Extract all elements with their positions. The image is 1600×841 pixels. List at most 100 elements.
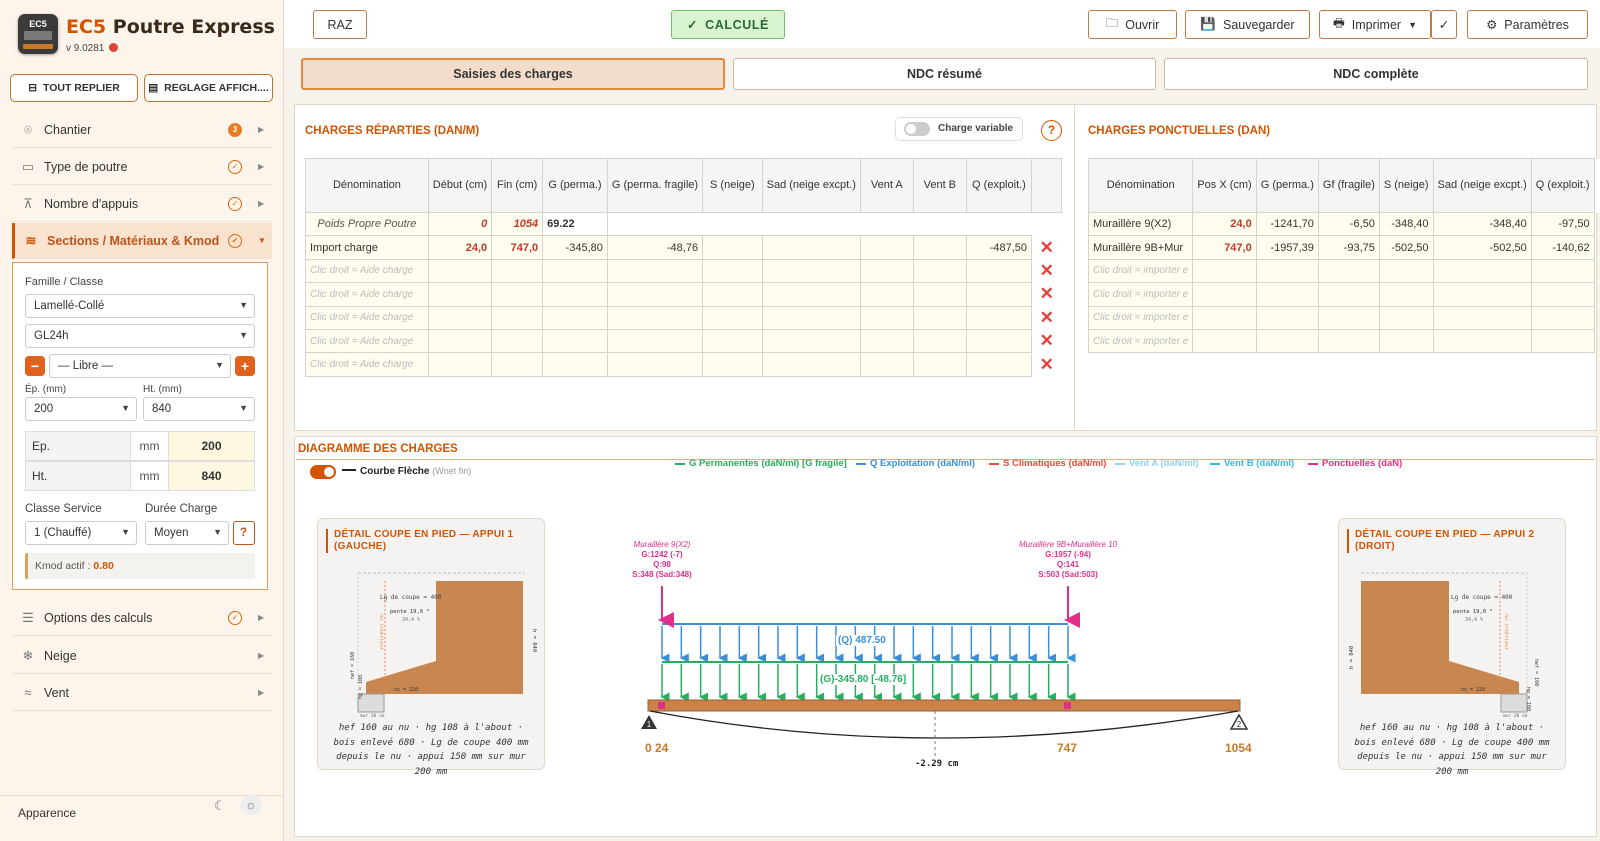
cell-name[interactable]: Muraillère 9(X2) (1087, 211, 1194, 237)
cell-empty[interactable] (1378, 328, 1434, 354)
sidebar-item-type-poutre[interactable]: ▭ Type de poutre ✓ ▶ (12, 149, 272, 185)
cell-empty[interactable] (1317, 258, 1380, 284)
cell-placeholder[interactable]: Clic droit = Aide charge (305, 282, 429, 307)
cell-empty[interactable] (491, 328, 544, 354)
sidebar-item-nombre-appuis[interactable]: ⊼ Nombre d'appuis ✓ ▶ (12, 186, 272, 222)
cell-s[interactable]: -348,40 (1378, 211, 1434, 237)
cell-empty[interactable] (1530, 328, 1595, 354)
delete-row-icon[interactable]: ✕ (1594, 283, 1600, 306)
sidebar-item-options[interactable]: ☰ Options des calculs ✓ ▶ (12, 600, 272, 636)
sidebar-item-vent[interactable]: ≈ Vent ▶ (12, 675, 272, 711)
service-select[interactable]: 1 (Chauffé) ▼ (25, 521, 137, 545)
cell-gf[interactable]: -6,50 (1317, 211, 1380, 237)
print-button[interactable]: 🖶 Imprimer ▼ (1319, 10, 1431, 39)
print-confirm-button[interactable]: ✓ (1431, 10, 1457, 39)
cell-sad[interactable]: -348,40 (1432, 211, 1532, 237)
delete-row-icon[interactable]: ✕ (1594, 259, 1600, 282)
cell-empty[interactable] (491, 305, 544, 330)
cell-empty[interactable] (965, 282, 1033, 307)
cell-empty[interactable] (606, 305, 704, 330)
sidebar-item-sections[interactable]: ≋ Sections / Matériaux & Kmod ✓ ▼ (12, 223, 272, 259)
delete-row-icon[interactable]: ✕ (1032, 353, 1062, 376)
cell-placeholder[interactable]: Clic droit = Aide charge (305, 258, 429, 284)
cell-empty[interactable] (965, 352, 1033, 377)
cell-empty[interactable] (1530, 282, 1595, 307)
cell-empty[interactable] (965, 258, 1033, 284)
cell-gf[interactable]: -93,75 (1317, 235, 1380, 260)
cell-empty[interactable] (427, 352, 493, 377)
cell-placeholder[interactable]: Clic droit = importer e (1087, 258, 1194, 284)
cell-empty[interactable] (427, 258, 493, 284)
delete-row-icon[interactable]: ✕ (1594, 236, 1600, 259)
cell-empty[interactable] (427, 282, 493, 307)
cell-placeholder[interactable]: Clic droit = Aide charge (305, 305, 429, 330)
sun-icon[interactable]: ☼ (240, 795, 262, 815)
sidebar-item-chantier[interactable]: ⌾ Chantier 3 ▶ (12, 112, 272, 148)
delete-row-icon[interactable]: ✕ (1032, 236, 1062, 259)
cell-empty[interactable] (965, 328, 1033, 354)
cell-empty[interactable] (1378, 258, 1434, 284)
cell-empty[interactable] (1192, 328, 1257, 354)
cell-empty[interactable] (702, 235, 763, 260)
cell-empty[interactable] (912, 282, 967, 307)
delete-row-icon[interactable]: ✕ (1594, 213, 1600, 236)
sidebar-item-neige[interactable]: ❄ Neige ▶ (12, 638, 272, 674)
variable-switch[interactable] (904, 122, 930, 136)
cell-empty[interactable] (1432, 328, 1532, 354)
cell-empty[interactable] (542, 282, 608, 307)
cell-empty[interactable] (761, 235, 861, 260)
cell-empty[interactable] (1317, 282, 1380, 307)
cell-empty[interactable] (859, 258, 914, 284)
family-select[interactable]: Lamellé-Collé ▼ (25, 294, 255, 318)
cell-empty[interactable] (761, 282, 861, 307)
cell-empty[interactable] (1317, 305, 1380, 330)
cell-gf[interactable]: -48,76 (606, 235, 704, 260)
cell-empty[interactable] (761, 258, 861, 284)
cell-debut[interactable]: 24,0 (427, 235, 493, 260)
cell-name[interactable]: Import charge (305, 235, 429, 260)
cell-placeholder[interactable]: Clic droit = importer e (1087, 328, 1194, 354)
settings-button[interactable]: ⚙ Paramètres (1467, 10, 1588, 39)
ep-select[interactable]: 200 ▼ (25, 397, 137, 421)
reparties-help-button[interactable]: ? (1041, 120, 1062, 141)
cell-empty[interactable] (606, 258, 704, 284)
cell-empty[interactable] (1378, 305, 1434, 330)
remove-section-button[interactable]: − (25, 356, 45, 376)
add-section-button[interactable]: + (235, 356, 255, 376)
cell-placeholder[interactable]: Clic droit = Aide charge (305, 328, 429, 354)
cell-empty[interactable] (702, 352, 763, 377)
cell-placeholder[interactable]: Clic droit = importer e (1087, 282, 1194, 307)
cell-placeholder[interactable]: Clic droit = importer e (1087, 305, 1194, 330)
cell-empty[interactable] (1192, 305, 1257, 330)
cell-pos[interactable]: 747,0 (1192, 235, 1257, 260)
cell-empty[interactable] (761, 328, 861, 354)
cell-s[interactable]: -502,50 (1378, 235, 1434, 260)
tab-saisies[interactable]: Saisies des charges (301, 58, 725, 90)
cell-empty[interactable] (491, 282, 544, 307)
cell-empty[interactable] (1192, 282, 1257, 307)
cell-empty[interactable] (912, 258, 967, 284)
cell-empty[interactable] (761, 352, 861, 377)
cell-empty[interactable] (542, 352, 608, 377)
cell-empty[interactable] (542, 305, 608, 330)
cell-sad[interactable]: -502,50 (1432, 235, 1532, 260)
class-select[interactable]: GL24h ▼ (25, 324, 255, 348)
cell-empty[interactable] (912, 352, 967, 377)
cell-empty[interactable] (1317, 328, 1380, 354)
charge-variable-toggle[interactable]: Charge variable (895, 117, 1023, 141)
cell-empty[interactable] (427, 328, 493, 354)
tab-ndc-resume[interactable]: NDC résumé (733, 58, 1156, 90)
duree-help-button[interactable]: ? (233, 521, 255, 545)
cell-empty[interactable] (542, 258, 608, 284)
cell-empty[interactable] (1255, 258, 1319, 284)
cell-empty[interactable] (1530, 258, 1595, 284)
cell-empty[interactable] (859, 282, 914, 307)
delete-row-icon[interactable]: ✕ (1032, 329, 1062, 352)
cell-empty[interactable] (859, 235, 914, 260)
cell-empty[interactable] (1255, 305, 1319, 330)
cell-empty[interactable] (702, 258, 763, 284)
cell-empty[interactable] (859, 328, 914, 354)
ht-input[interactable]: 840 (168, 462, 254, 490)
cell-placeholder[interactable]: Clic droit = Aide charge (305, 352, 429, 377)
cell-empty[interactable] (491, 352, 544, 377)
